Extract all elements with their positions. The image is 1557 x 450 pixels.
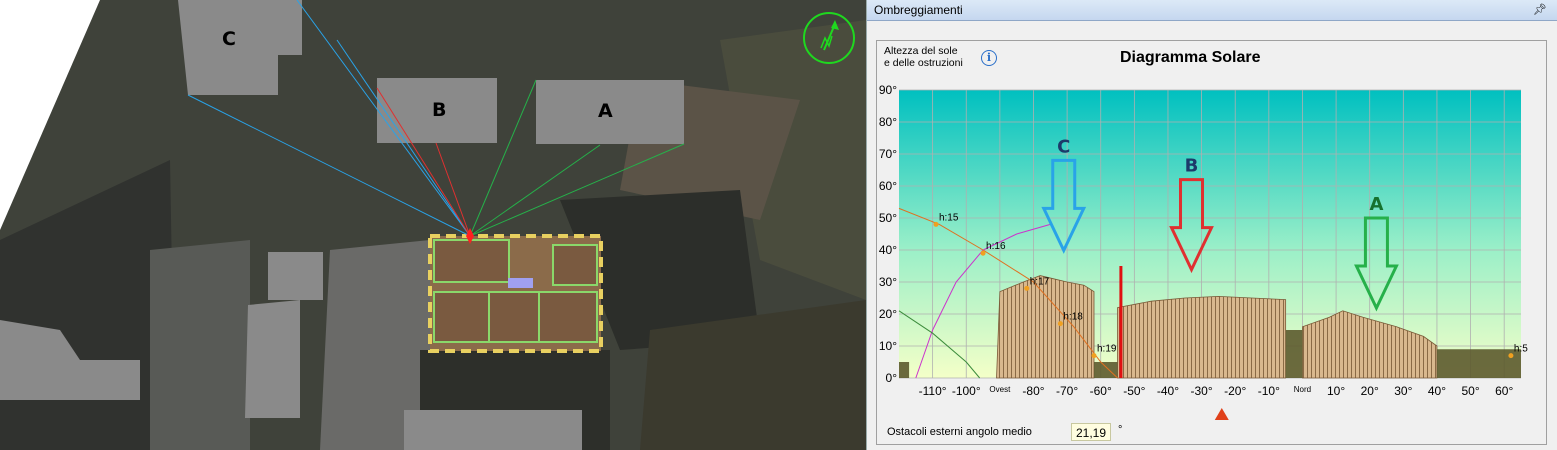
- hour-label: h:18: [1063, 312, 1083, 323]
- obstruction-C: [996, 275, 1095, 379]
- x-tick-label: -40°: [1157, 384, 1179, 398]
- y-tick-label: 10°: [879, 339, 897, 353]
- panel-header: Ombreggiamenti 📌︎: [867, 0, 1557, 21]
- y-tick-label: 40°: [879, 243, 897, 257]
- obstruction-label-C: C: [1057, 136, 1070, 157]
- hour-marker: [1057, 321, 1063, 327]
- y-tick-label: 70°: [879, 147, 897, 161]
- x-tick-label: -50°: [1123, 384, 1145, 398]
- x-tick-label: -30°: [1191, 384, 1213, 398]
- pin-icon[interactable]: 📌︎: [1533, 0, 1547, 20]
- x-tick-label: 10°: [1327, 384, 1345, 398]
- x-tick-label: 40°: [1428, 384, 1446, 398]
- hour-marker: [1024, 285, 1030, 291]
- obstruction-label-B: B: [1185, 156, 1199, 177]
- x-tick-label: 30°: [1394, 384, 1412, 398]
- y-tick-label: 30°: [879, 275, 897, 289]
- north-arrow-icon[interactable]: [803, 12, 855, 64]
- y-tick-label: 80°: [879, 115, 897, 129]
- x-tick-label: -70°: [1056, 384, 1078, 398]
- y-tick-label: 50°: [879, 211, 897, 225]
- y-tick-label: 20°: [879, 307, 897, 321]
- obstruction-ground-4: [899, 362, 910, 378]
- avg-angle-value[interactable]: 21,19: [1071, 423, 1111, 441]
- x-tick-label: 50°: [1461, 384, 1479, 398]
- hour-label: h:17: [1030, 276, 1050, 287]
- x-tick-label: Ovest: [989, 385, 1011, 394]
- hour-marker: [1508, 353, 1514, 359]
- building-c-label: C: [222, 28, 236, 50]
- panel-title: Ombreggiamenti: [874, 3, 963, 17]
- hour-label: h:15: [939, 212, 959, 223]
- hour-marker: [933, 221, 939, 227]
- obstruction-ground-2: [1285, 330, 1303, 378]
- y-axis-title: Altezza del sole e delle ostruzioni: [884, 45, 963, 69]
- x-tick-label: 20°: [1361, 384, 1379, 398]
- avg-angle-unit: °: [1118, 424, 1123, 436]
- hour-label: h:5: [1514, 344, 1528, 355]
- aerial-image: [0, 0, 866, 450]
- hour-label: h:16: [986, 241, 1006, 252]
- hour-marker: [1091, 353, 1097, 359]
- x-tick-label: -100°: [952, 384, 981, 398]
- map-view[interactable]: C B A: [0, 0, 866, 450]
- x-tick-label: -80°: [1022, 384, 1044, 398]
- hour-label: h:19: [1097, 344, 1117, 355]
- x-tick-label: -60°: [1090, 384, 1112, 398]
- obstruction-B: [1117, 295, 1287, 379]
- x-tick-label: -20°: [1224, 384, 1246, 398]
- y-axis-title-line1: Altezza del sole: [884, 45, 958, 57]
- solar-diagram-chart: h:15 h:16 h:17 h:18 h:19 h:5 0° 10° 20° 30° 40° 50…: [879, 83, 1528, 420]
- building-b-label: B: [432, 99, 447, 121]
- y-tick-label: 0°: [886, 371, 898, 385]
- building-a-label: A: [598, 100, 613, 122]
- y-tick-label: 60°: [879, 179, 897, 193]
- hour-marker: [980, 250, 986, 256]
- x-tick-label: 60°: [1495, 384, 1513, 398]
- y-axis-title-line2: e delle ostruzioni: [884, 57, 963, 69]
- info-icon[interactable]: i: [981, 50, 997, 66]
- chart-title: Diagramma Solare: [1120, 49, 1261, 66]
- x-tick-label: -10°: [1258, 384, 1280, 398]
- avg-angle-label: Ostacoli esterni angolo medio: [887, 426, 1032, 438]
- obstruction-label-A: A: [1369, 194, 1383, 215]
- y-tick-label: 90°: [879, 83, 897, 97]
- obstruction-ground-3: [1436, 349, 1521, 378]
- x-tick-label: Nord: [1294, 385, 1311, 394]
- azimuth-marker: [1214, 408, 1229, 420]
- obstruction-ground-1: [1094, 362, 1118, 378]
- x-tick-label: -110°: [919, 384, 947, 398]
